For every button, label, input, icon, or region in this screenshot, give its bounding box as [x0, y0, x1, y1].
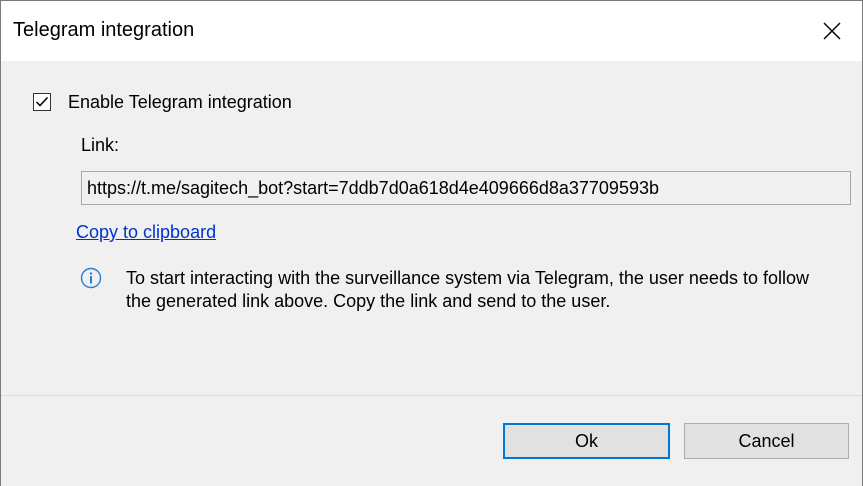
- telegram-integration-dialog: Telegram integration Enable Telegram int…: [0, 0, 863, 486]
- title-bar: Telegram integration: [1, 1, 862, 61]
- close-button[interactable]: [802, 1, 862, 61]
- dialog-content: Enable Telegram integration Link: https:…: [1, 61, 862, 395]
- enable-integration-checkbox[interactable]: [33, 93, 51, 111]
- link-field[interactable]: https://t.me/sagitech_bot?start=7ddb7d0a…: [81, 171, 851, 205]
- info-message: To start interacting with the surveillan…: [126, 268, 809, 311]
- link-label: Link:: [81, 135, 120, 155]
- copy-to-clipboard-link[interactable]: Copy to clipboard: [76, 221, 216, 243]
- enable-integration-label[interactable]: Enable Telegram integration: [68, 91, 292, 113]
- dialog-footer: Ok Cancel: [1, 395, 862, 486]
- cancel-button[interactable]: Cancel: [684, 423, 849, 459]
- ok-button[interactable]: Ok: [503, 423, 670, 459]
- checkmark-icon: [35, 96, 49, 107]
- close-icon: [823, 22, 841, 40]
- info-icon: [80, 267, 102, 289]
- enable-integration-row[interactable]: Enable Telegram integration: [33, 91, 292, 113]
- dialog-title: Telegram integration: [13, 19, 195, 41]
